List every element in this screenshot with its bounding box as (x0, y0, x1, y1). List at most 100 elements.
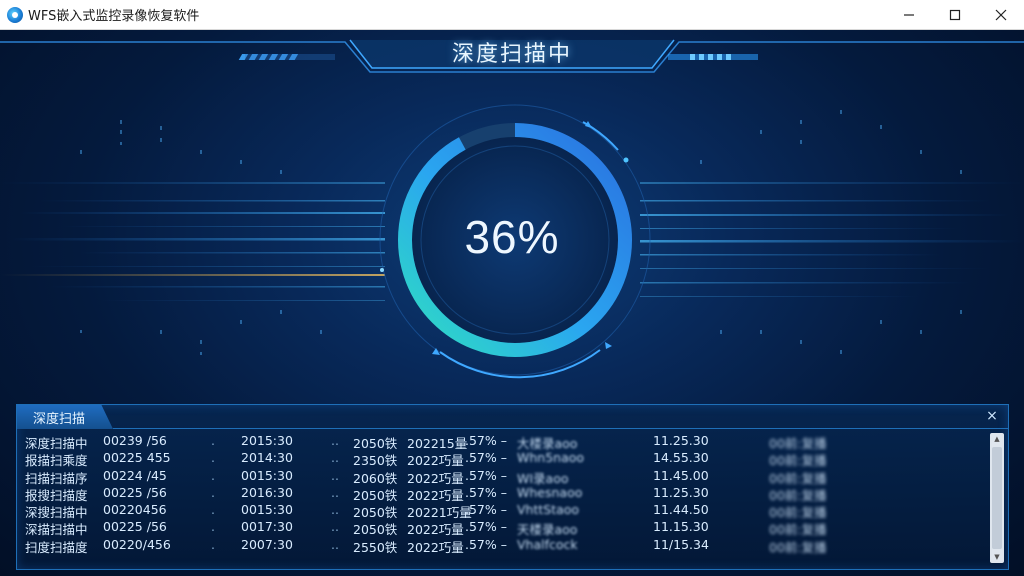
minimize-button[interactable] (886, 0, 932, 30)
row-cell-dot1: . (211, 502, 215, 518)
row-cell-pct: .57% – (465, 433, 507, 448)
row-cell-date: 2022巧量 (407, 522, 464, 538)
row-cell-pct: .57% – (465, 519, 507, 535)
table-row[interactable]: 扫描扫描序 00224 /45. 0015:30.. 2060铁 2022巧量 .57% … (25, 467, 985, 486)
window-title: WFS嵌入式监控录像恢复软件 (28, 9, 200, 24)
row-cell-time1: 0017:30 (241, 519, 293, 535)
tab-deep-scan[interactable]: 深度扫描 (17, 405, 113, 429)
row-cell-dot2: .. (331, 519, 339, 535)
row-cell-file: 大楼录aoo (517, 436, 578, 451)
minimize-icon (904, 14, 914, 16)
row-cell-time1: 2014:30 (241, 450, 293, 466)
row-cell-date: 2022巧量 (407, 487, 464, 503)
row-cell-file: VhttStaoo (517, 502, 580, 518)
title-bar: WFS嵌入式监控录像恢复软件 (0, 0, 1024, 30)
table-row[interactable]: 深搜扫描中 00220456. 0015:30.. 2050铁 20221巧量 .57% … (25, 502, 985, 521)
row-cell-time1: 2016:30 (241, 484, 293, 500)
close-icon (995, 9, 1007, 21)
row-cell-file: 天楼录aoo (517, 522, 578, 538)
table-row[interactable]: 深度扫描中 00239 /56. 2015:30.. 2050铁 202215量 .57%… (25, 433, 985, 451)
scan-status-title: 深度扫描中 (451, 42, 572, 67)
row-cell-time1: 2015:30 (241, 433, 293, 448)
row-cell-name: 报描扫乘度 (25, 453, 88, 469)
row-cell-file: Whn5naoo (517, 450, 585, 466)
row-cell-code: 00220/456 (103, 536, 171, 552)
tab-deep-scan-label: 深度扫描 (33, 411, 86, 427)
row-cell-dot2: .. (331, 450, 339, 466)
row-cell-pct: .57% – (465, 484, 507, 500)
row-cell-size: 2050铁 (353, 522, 398, 538)
row-cell-status: 00前:复播 (769, 470, 827, 486)
results-scrollbar[interactable]: ▲ ▼ (990, 433, 1004, 563)
row-cell-time2: 11.45.00 (653, 467, 709, 483)
row-cell-name: 深描扫描中 (25, 522, 88, 538)
chevron-up-icon: ▲ (994, 435, 1000, 443)
row-cell-status: 00前:复播 (769, 487, 827, 503)
window-controls (886, 0, 1024, 30)
row-cell-name: 扫度扫描度 (25, 539, 88, 555)
row-cell-dot1: . (211, 467, 215, 483)
scan-scene: 深度扫描中 36% 深度扫描 × 深度扫描中 00239 /56. 2015:30.… (0, 30, 1024, 576)
row-cell-size: 2050铁 (353, 436, 398, 451)
row-cell-dot1: . (211, 519, 215, 535)
row-cell-time2: 11.25.30 (653, 484, 709, 500)
row-cell-file: Vhalfcock (517, 536, 578, 552)
row-cell-time2: 11.15.30 (653, 519, 709, 535)
row-cell-date: 202215量 (407, 436, 468, 451)
app-logo-icon (7, 6, 23, 23)
maximize-button[interactable] (932, 0, 978, 30)
row-cell-file: WI录aoo (517, 470, 569, 486)
row-cell-time1: 2007:30 (241, 536, 293, 552)
row-cell-code: 00225 /56 (103, 484, 167, 500)
row-cell-dot2: .. (331, 467, 339, 483)
row-cell-date: 2022巧量 (407, 539, 464, 555)
table-row[interactable]: 报搜扫描度 00225 /56. 2016:30.. 2050铁 2022巧量 .57% … (25, 484, 985, 503)
row-cell-status: 00前:复播 (769, 505, 827, 521)
close-icon: × (986, 408, 998, 424)
table-row[interactable]: 扫度扫描度 00220/456. 2007:30.. 2550铁 2022巧量 .57% … (25, 536, 985, 555)
row-cell-code: 00225 /56 (103, 519, 167, 535)
scroll-up-button[interactable]: ▲ (990, 433, 1004, 445)
table-row[interactable]: 报描扫乘度 00225 455. 2014:30.. 2350铁 2022巧量 .57% … (25, 450, 985, 469)
panel-divider (113, 428, 1009, 429)
scroll-thumb[interactable] (992, 447, 1002, 549)
data-beams-right (640, 182, 1024, 297)
row-cell-time1: 0015:30 (241, 502, 293, 518)
scan-results-panel: 深度扫描 × 深度扫描中 00239 /56. 2015:30.. 2050铁 2022… (16, 404, 1009, 570)
scan-results-list: 深度扫描中 00239 /56. 2015:30.. 2050铁 202215量 .57%… (25, 433, 985, 563)
scroll-down-button[interactable]: ▼ (990, 551, 1004, 563)
table-row[interactable]: 深描扫描中 00225 /56. 0017:30.. 2050铁 2022巧量 .57% … (25, 519, 985, 538)
row-cell-dot1: . (211, 433, 215, 448)
row-cell-name: 报搜扫描度 (25, 487, 88, 503)
row-cell-pct: .57% – (465, 450, 507, 466)
row-cell-code: 00239 /56 (103, 433, 167, 448)
row-cell-size: 2050铁 (353, 505, 398, 521)
row-cell-dot2: .. (331, 536, 339, 552)
row-cell-time2: 11/15.34 (653, 536, 709, 552)
row-cell-date: 20221巧量 (407, 505, 472, 521)
row-cell-time2: 14.55.30 (653, 450, 709, 466)
row-cell-status: 00前:复播 (769, 436, 827, 451)
row-cell-dot2: .. (331, 433, 339, 448)
row-cell-status: 00前:复播 (769, 522, 827, 538)
row-cell-code: 00220456 (103, 502, 167, 518)
row-cell-name: 深搜扫描中 (25, 505, 88, 521)
row-cell-time2: 11.25.30 (653, 433, 709, 448)
row-cell-size: 2550铁 (353, 539, 398, 555)
row-cell-size: 2050铁 (353, 487, 398, 503)
row-cell-file: Whesnaoo (517, 484, 583, 500)
row-cell-code: 00225 455 (103, 450, 171, 466)
row-cell-status: 00前:复播 (769, 453, 827, 469)
chevron-down-icon: ▼ (994, 553, 1000, 561)
row-cell-dot2: .. (331, 502, 339, 518)
row-cell-dot2: .. (331, 484, 339, 500)
row-cell-status: 00前:复播 (769, 539, 827, 555)
close-window-button[interactable] (978, 0, 1024, 30)
row-cell-pct: .57% – (465, 467, 507, 483)
row-cell-size: 2060铁 (353, 470, 398, 486)
row-cell-code: 00224 /45 (103, 467, 167, 483)
row-cell-time2: 11.44.50 (653, 502, 709, 518)
row-cell-name: 扫描扫描序 (25, 470, 88, 486)
row-cell-size: 2350铁 (353, 453, 398, 469)
panel-close-button[interactable]: × (984, 408, 1000, 424)
